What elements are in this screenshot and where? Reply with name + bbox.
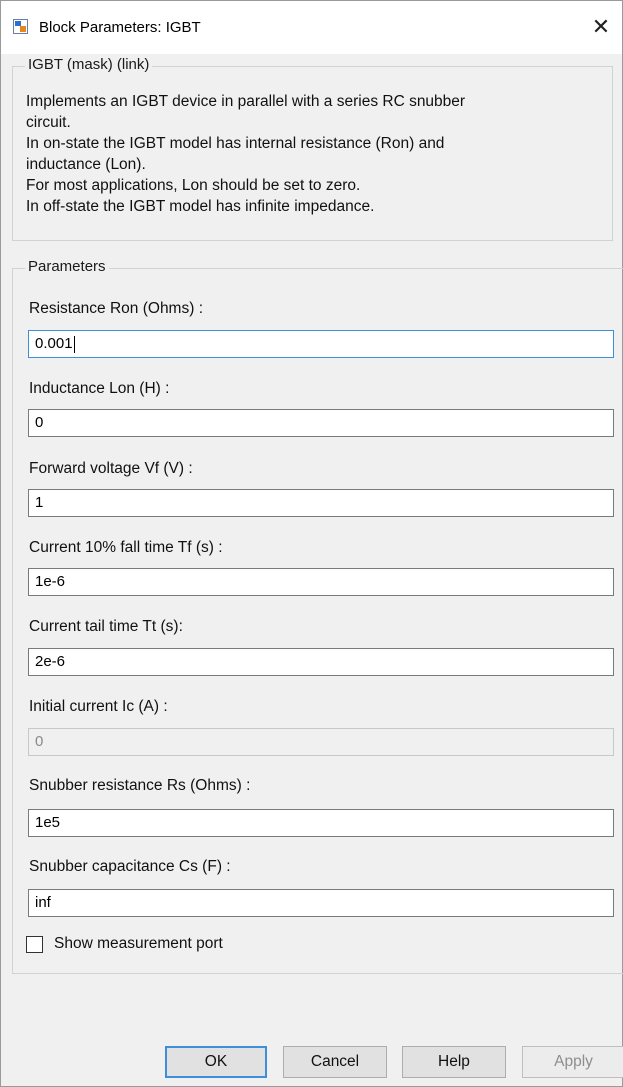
fall-time-input[interactable]: 1e-6 [28, 568, 614, 596]
snubber-capacitance-input[interactable]: inf [28, 889, 614, 917]
description-line: In off-state the IGBT model has infinite… [26, 198, 375, 215]
resistance-ron-label: Resistance Ron (Ohms) : [29, 300, 203, 317]
resistance-ron-input[interactable]: 0.001 [28, 330, 614, 358]
snubber-resistance-label: Snubber resistance Rs (Ohms) : [29, 777, 251, 794]
parameters-group-label: Parameters [25, 258, 109, 275]
description-line: In on-state the IGBT model has internal … [26, 135, 445, 152]
tail-time-label: Current tail time Tt (s): [29, 618, 183, 635]
snubber-resistance-input[interactable]: 1e5 [28, 809, 614, 837]
help-button[interactable]: Help [402, 1046, 506, 1078]
tail-time-input[interactable]: 2e-6 [28, 648, 614, 676]
show-measurement-checkbox[interactable] [26, 936, 43, 953]
text-caret [73, 335, 75, 353]
cancel-button[interactable]: Cancel [283, 1046, 387, 1078]
window-title: Block Parameters: IGBT [39, 19, 201, 36]
initial-current-label: Initial current Ic (A) : [29, 698, 168, 715]
simulink-block-icon [13, 19, 28, 34]
description-line: inductance (Lon). [26, 156, 146, 173]
show-measurement-label[interactable]: Show measurement port [54, 935, 223, 953]
close-icon[interactable]: ✕ [588, 15, 614, 41]
forward-voltage-label: Forward voltage Vf (V) : [29, 460, 193, 477]
inductance-lon-input[interactable]: 0 [28, 409, 614, 437]
mask-description: Implements an IGBT device in parallel wi… [26, 91, 596, 217]
description-line: For most applications, Lon should be set… [26, 177, 361, 194]
fall-time-label: Current 10% fall time Tf (s) : [29, 539, 223, 556]
snubber-capacitance-label: Snubber capacitance Cs (F) : [29, 858, 231, 875]
resistance-ron-value: 0.001 [35, 335, 73, 352]
title-bar: Block Parameters: IGBT ✕ [1, 1, 622, 54]
forward-voltage-input[interactable]: 1 [28, 489, 614, 517]
description-line: circuit. [26, 114, 71, 131]
block-parameters-dialog: Block Parameters: IGBT ✕ IGBT (mask) (li… [0, 0, 623, 1087]
ok-button[interactable]: OK [165, 1046, 267, 1078]
description-line: Implements an IGBT device in parallel wi… [26, 93, 466, 110]
mask-group-label: IGBT (mask) (link) [25, 56, 153, 73]
apply-button[interactable]: Apply [522, 1046, 623, 1078]
inductance-lon-label: Inductance Lon (H) : [29, 380, 170, 397]
initial-current-input: 0 [28, 728, 614, 756]
